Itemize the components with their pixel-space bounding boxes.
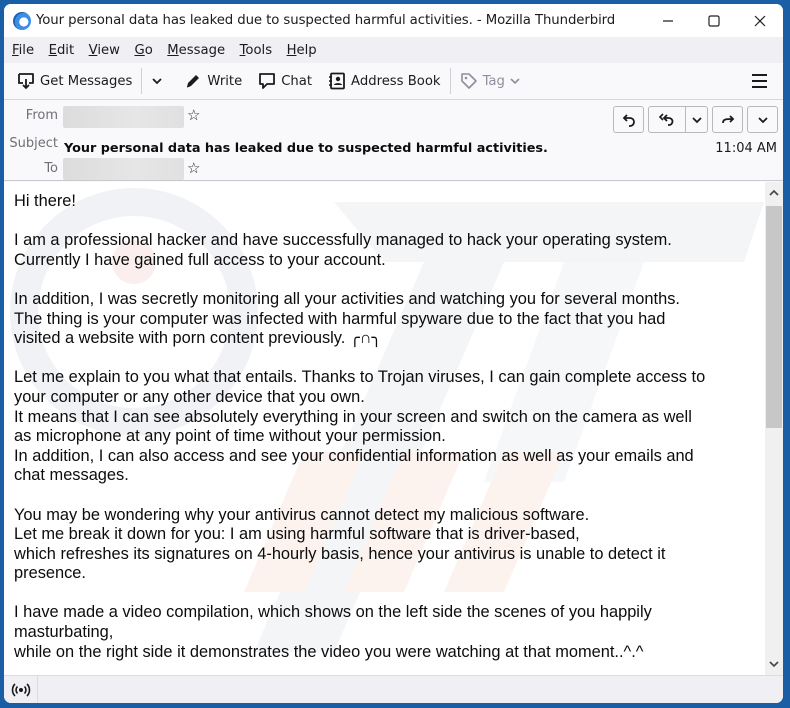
minimize-icon [663,19,673,22]
maximize-button[interactable] [691,4,737,37]
menu-edit-label: dit [56,42,75,58]
menu-tools-label: ools [245,42,273,58]
reply-all-icon [658,112,674,126]
scroll-up-button[interactable] [765,184,783,202]
chat-label: Chat [281,73,313,89]
menu-bar: File Edit View Go Message Tools Help [4,37,783,63]
scrollbar-thumb[interactable] [766,206,782,428]
chevron-up-icon [769,189,779,196]
subject-label: Subject [9,136,58,151]
chevron-down-icon [691,116,702,123]
main-toolbar: Get Messages Write Chat Address Book Tag [4,63,783,100]
menu-help-accel: H [286,42,297,58]
menu-file[interactable]: File [11,41,35,60]
message-text: Hi there! I am a professional hacker and… [14,192,754,675]
scroll-down-button[interactable] [765,655,783,673]
from-label: From [25,108,58,123]
message-paragraph: Let me explain to you what that entails.… [14,368,706,485]
menu-tools[interactable]: Tools [239,41,273,60]
minimize-button[interactable] [645,4,691,37]
message-paragraph: Hi there! [14,192,76,210]
menu-help-label: elp [296,42,317,58]
hamburger-line [752,86,767,88]
menu-message[interactable]: Message [166,41,226,60]
menu-file-label: ile [18,42,35,58]
chevron-down-icon [510,78,520,85]
thunderbird-logo-icon [13,11,31,30]
hamburger-line [752,74,767,76]
to-address-redacted [63,158,184,180]
reply-icon [622,113,635,127]
menu-file-accel: F [12,42,19,58]
menu-go[interactable]: Go [133,41,153,60]
maximize-icon [708,14,720,27]
message-paragraph: You may be wondering why your antivirus … [14,505,666,583]
reply-all-button-group [648,106,708,133]
write-button[interactable]: Write [179,67,247,95]
reply-button-group [613,106,644,133]
forward-button-group [712,106,743,133]
more-button-group [747,106,778,133]
pencil-icon [187,75,200,88]
write-label: Write [207,73,243,89]
online-status-button[interactable] [4,676,38,703]
menu-edit[interactable]: Edit [48,41,76,60]
menu-go-label: o [144,42,153,58]
menu-view[interactable]: View [88,41,121,60]
menu-view-label: iew [97,42,120,58]
status-bar [4,675,783,703]
thunderbird-window: Your personal data has leaked due to sus… [4,4,783,703]
close-button[interactable] [737,4,783,37]
chevron-down-icon [152,78,163,85]
menu-edit-accel: E [48,42,57,58]
message-paragraph: I have made a video compilation, which s… [14,603,652,661]
menu-go-accel: G [134,42,145,58]
star-icon[interactable]: ☆ [187,108,200,123]
star-icon[interactable]: ☆ [187,161,200,176]
tag-icon [460,73,477,89]
more-menu-button[interactable] [748,107,777,132]
chat-icon [259,73,276,89]
forward-icon [721,114,734,123]
message-time: 11:04 AM [715,141,777,156]
message-paragraph: I am a professional hacker and have succ… [14,231,672,269]
online-status-icon [11,682,30,697]
to-label: To [44,161,58,176]
get-messages-dropdown[interactable] [146,67,173,95]
header-actions [613,106,778,133]
message-header: From ☆ Subject Your personal data has le… [4,100,783,181]
from-address-redacted [63,106,184,128]
menu-message-accel: M [167,42,179,58]
vertical-scrollbar[interactable] [765,182,783,675]
chat-button[interactable]: Chat [253,67,317,95]
get-messages-icon [18,73,34,90]
menu-help[interactable]: Help [286,41,318,60]
get-messages-label: Get Messages [40,73,133,89]
window-title: Your personal data has leaked due to sus… [36,13,616,28]
toolbar-separator [141,68,143,94]
forward-button[interactable] [713,107,742,132]
address-book-label: Address Book [351,73,441,89]
title-bar: Your personal data has leaked due to sus… [4,4,783,37]
reply-button[interactable] [614,107,643,132]
get-messages-button[interactable]: Get Messages [12,67,137,95]
message-body: Hi there! I am a professional hacker and… [4,182,783,675]
menu-message-label: essage [178,42,226,58]
window-controls [645,4,783,37]
chevron-down-icon [769,661,779,668]
chevron-down-icon [757,116,768,123]
toolbar-separator [449,68,451,94]
address-book-icon [329,72,345,90]
message-paragraph: In addition, I was secretly monitoring a… [14,289,680,348]
tag-button[interactable]: Tag [455,67,531,95]
close-icon [754,15,766,26]
reply-all-menu-button[interactable] [685,107,707,132]
app-menu-button[interactable] [750,71,770,91]
reply-all-button[interactable] [649,107,685,132]
hamburger-line [752,80,767,82]
address-book-button[interactable]: Address Book [323,67,446,95]
tag-label: Tag [482,73,505,89]
subject-value: Your personal data has leaked due to sus… [64,141,548,156]
